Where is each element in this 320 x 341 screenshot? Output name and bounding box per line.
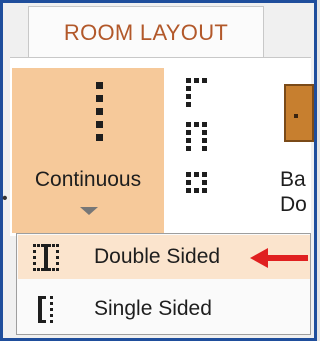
corner-layout-icon[interactable]	[182, 76, 216, 110]
menu-item-label: Single Sided	[94, 297, 212, 320]
red-arrow-annotation	[250, 248, 308, 268]
double-sided-icon	[33, 244, 59, 271]
menu-item-single-sided[interactable]: Single Sided	[18, 287, 310, 331]
continuous-label: Continuous	[34, 168, 142, 191]
box-layout-icon[interactable]	[182, 166, 216, 200]
continuous-button[interactable]: Continuous	[12, 68, 164, 233]
menu-item-label: Double Sided	[94, 245, 221, 268]
single-sided-icon	[38, 296, 53, 323]
dotted-line-icon	[96, 82, 103, 147]
door-label-line2: Do	[280, 193, 307, 216]
u-layout-icon[interactable]	[182, 120, 216, 154]
door-button[interactable]: Ba Do	[260, 68, 314, 233]
door-label-line1: Ba	[280, 168, 306, 191]
dropdown-arrow-icon[interactable]	[80, 207, 98, 215]
door-icon	[284, 84, 314, 142]
tab-room-layout[interactable]: ROOM LAYOUT	[28, 6, 264, 58]
separator-mark: •	[2, 190, 8, 207]
